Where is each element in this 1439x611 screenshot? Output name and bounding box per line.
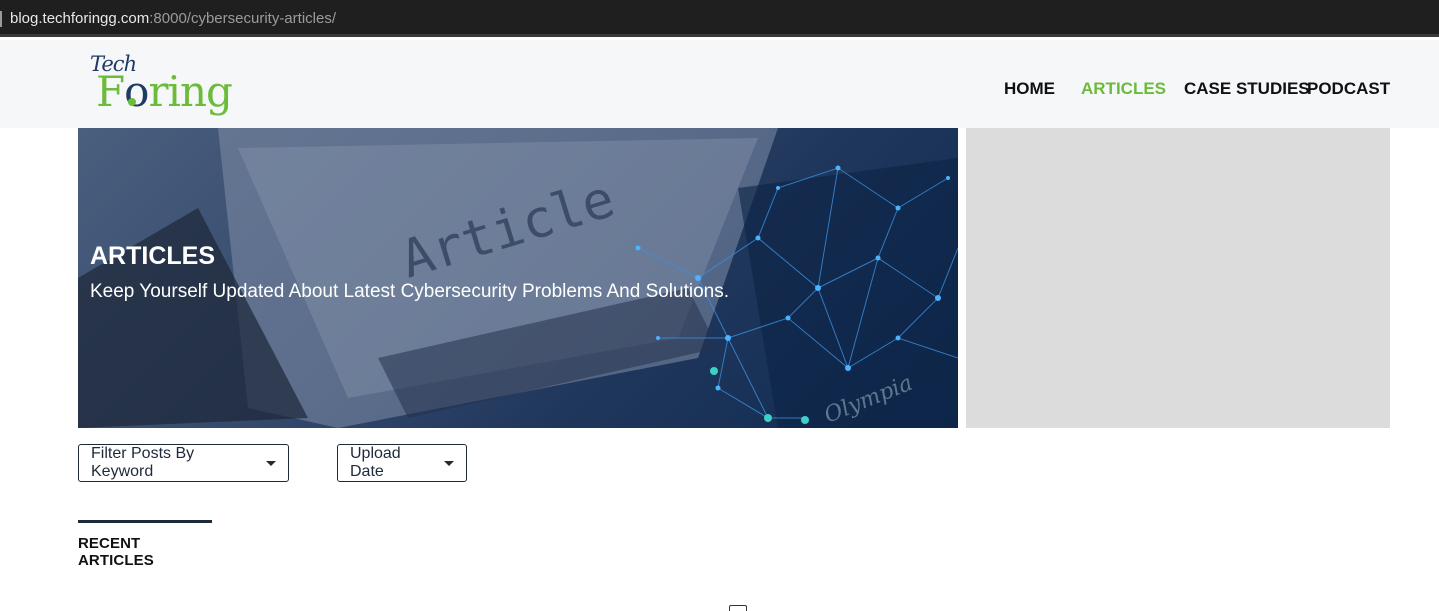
upload-date-dropdown[interactable]: Upload Date — [337, 444, 467, 482]
caret-down-icon — [444, 460, 454, 466]
keyword-filter-dropdown[interactable]: Filter Posts By Keyword — [78, 444, 289, 482]
hero-title: ARTICLES — [90, 242, 215, 270]
url-text[interactable]: blog.techforingg.com:8000/cybersecurity-… — [10, 10, 336, 27]
sidebar-ad-placeholder — [966, 128, 1390, 428]
nav-home[interactable]: HOME — [1004, 79, 1055, 99]
nav-podcast[interactable]: PODCAST — [1307, 79, 1390, 99]
caret-down-icon — [266, 460, 276, 466]
hero-background-image: Article Olympia — [78, 128, 958, 428]
upload-date-label: Upload Date — [350, 445, 401, 480]
recent-articles-heading: RECENT ARTICLES — [78, 520, 212, 569]
logo-foring-text: Foring — [96, 67, 233, 116]
nav-case-studies[interactable]: CASE STUDIES — [1184, 79, 1310, 99]
url-path: :8000/cybersecurity-articles/ — [149, 10, 336, 27]
url-bar-edge — [0, 11, 2, 27]
browser-url-bar[interactable]: blog.techforingg.com:8000/cybersecurity-… — [0, 0, 1439, 37]
techforing-logo[interactable]: Tech Foring — [88, 52, 233, 118]
hero-subtitle: Keep Yourself Updated About Latest Cyber… — [90, 281, 730, 302]
logo-eye-dot — [128, 98, 136, 106]
keyword-filter-label: Filter Posts By Keyword — [91, 445, 195, 480]
partial-element-edge — [729, 605, 747, 611]
site-header: Tech Foring HOME ARTICLES CASE STUDIES P… — [0, 40, 1439, 128]
url-host: blog.techforingg.com — [10, 10, 150, 27]
hero-banner: Article Olympia ARTICLES Keep Yourself U… — [78, 128, 958, 428]
nav-articles[interactable]: ARTICLES — [1081, 79, 1166, 99]
